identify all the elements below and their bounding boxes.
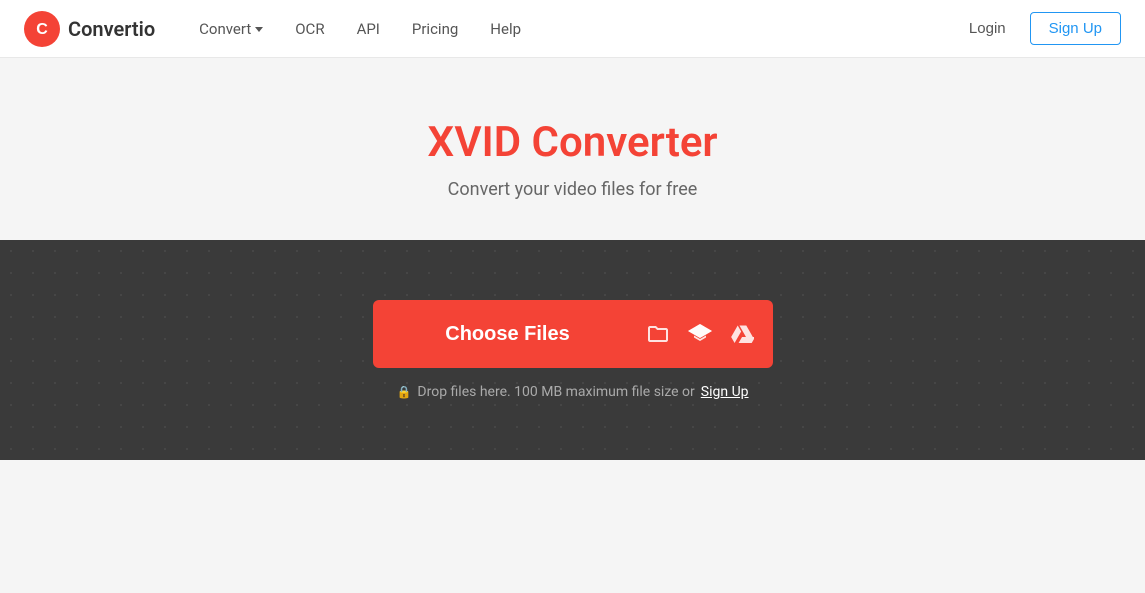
drop-zone-section: Choose Files 🔒 xyxy=(0,240,1145,460)
lock-icon: 🔒 xyxy=(396,385,411,399)
logo[interactable]: C Convertio xyxy=(24,11,155,47)
svg-text:C: C xyxy=(36,21,48,38)
drop-hint: 🔒 Drop files here. 100 MB maximum file s… xyxy=(396,384,748,400)
navbar-left: C Convertio Convert OCR API Pricing Help xyxy=(24,11,957,47)
nav-item-ocr[interactable]: OCR xyxy=(283,12,336,46)
dropbox-icon xyxy=(679,313,721,355)
button-icons xyxy=(627,313,773,355)
nav-item-api[interactable]: API xyxy=(345,12,392,46)
drop-hint-signup-link[interactable]: Sign Up xyxy=(701,384,749,400)
login-button[interactable]: Login xyxy=(957,12,1018,45)
navbar: C Convertio Convert OCR API Pricing Help… xyxy=(0,0,1145,58)
navbar-right: Login Sign Up xyxy=(957,12,1121,45)
choose-files-button[interactable]: Choose Files xyxy=(373,300,773,368)
nav-links: Convert OCR API Pricing Help xyxy=(187,12,533,46)
hero-subtitle: Convert your video files for free xyxy=(24,179,1121,200)
nav-item-pricing[interactable]: Pricing xyxy=(400,12,470,46)
hero-title: XVID Converter xyxy=(24,118,1121,167)
google-drive-icon xyxy=(721,313,763,355)
folder-icon xyxy=(637,313,679,355)
nav-item-help[interactable]: Help xyxy=(478,12,533,46)
drop-hint-text: Drop files here. 100 MB maximum file siz… xyxy=(417,384,694,400)
hero-section: XVID Converter Convert your video files … xyxy=(0,58,1145,240)
signup-button[interactable]: Sign Up xyxy=(1030,12,1121,45)
choose-files-label: Choose Files xyxy=(373,323,627,346)
logo-text: Convertio xyxy=(68,17,155,41)
chevron-down-icon xyxy=(255,27,263,32)
nav-item-convert[interactable]: Convert xyxy=(187,12,275,46)
logo-icon: C xyxy=(24,11,60,47)
